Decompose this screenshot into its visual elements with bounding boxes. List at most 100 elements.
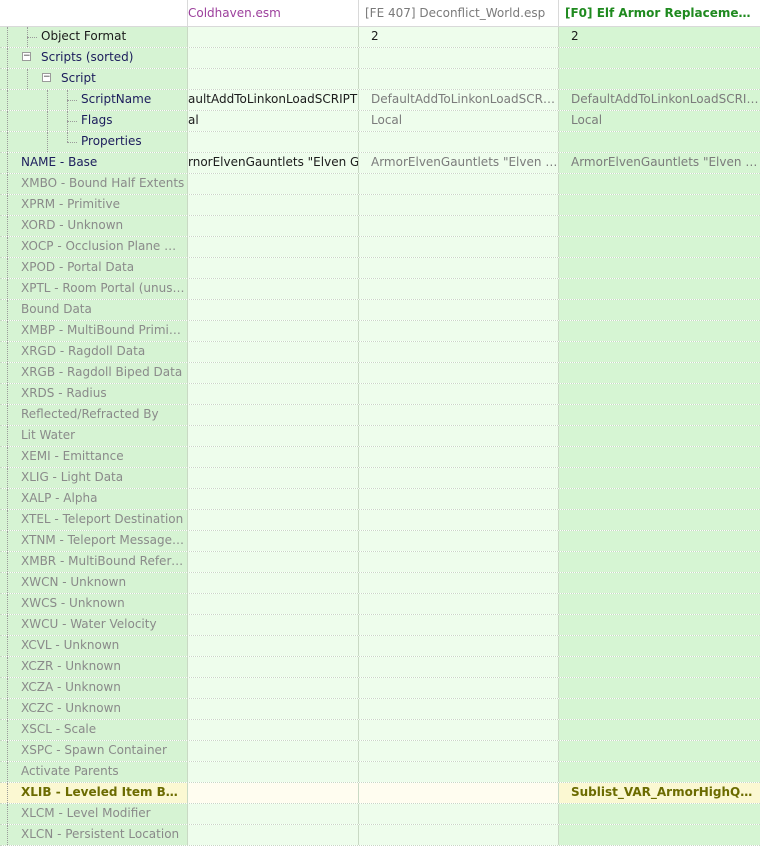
collapse-scripts-icon[interactable]: − <box>22 52 31 61</box>
row-label-cell[interactable]: XTNM - Teleport Message Box <box>0 531 188 551</box>
value-cell-coldhaven[interactable] <box>188 573 359 593</box>
value-cell-elf-armor-replacement[interactable] <box>559 636 760 656</box>
row-label-cell[interactable]: XORD - Unknown <box>0 216 188 236</box>
value-cell-elf-armor-replacement[interactable]: DefaultAddToLinkonLoadSCRIPT <box>559 90 760 110</box>
value-cell-deconflict-world[interactable] <box>359 321 559 341</box>
row-label-cell[interactable]: XCZR - Unknown <box>0 657 188 677</box>
value-cell-deconflict-world[interactable] <box>359 195 559 215</box>
record-row[interactable]: XCZC - Unknown <box>0 699 760 720</box>
column-header-coldhaven[interactable]: Coldhaven.esm <box>188 0 359 26</box>
value-cell-coldhaven[interactable] <box>188 405 359 425</box>
record-row[interactable]: XORD - Unknown <box>0 216 760 237</box>
value-cell-deconflict-world[interactable] <box>359 783 559 803</box>
value-cell-coldhaven[interactable]: al <box>188 111 359 131</box>
collapse-script-icon[interactable]: − <box>42 73 51 82</box>
value-cell-deconflict-world[interactable] <box>359 69 559 89</box>
value-cell-deconflict-world[interactable] <box>359 300 559 320</box>
record-row[interactable]: NAME - Base rnorElvenGauntlets "Elven Gau… <box>0 153 760 174</box>
value-cell-elf-armor-replacement[interactable] <box>559 657 760 677</box>
row-label-cell[interactable]: NAME - Base <box>0 153 188 173</box>
value-cell-elf-armor-replacement[interactable] <box>559 342 760 362</box>
row-label-cell[interactable]: Object Format <box>0 27 188 47</box>
value-cell-coldhaven[interactable] <box>188 825 359 845</box>
record-row[interactable]: XPOD - Portal Data <box>0 258 760 279</box>
row-label-cell[interactable]: XMBO - Bound Half Extents <box>0 174 188 194</box>
value-cell-deconflict-world[interactable] <box>359 657 559 677</box>
value-cell-elf-armor-replacement[interactable] <box>559 447 760 467</box>
value-cell-deconflict-world[interactable] <box>359 720 559 740</box>
value-cell-coldhaven[interactable] <box>188 636 359 656</box>
value-cell-elf-armor-replacement[interactable] <box>559 426 760 446</box>
value-cell-deconflict-world[interactable] <box>359 615 559 635</box>
value-cell-deconflict-world[interactable] <box>359 342 559 362</box>
value-cell-deconflict-world[interactable] <box>359 594 559 614</box>
value-cell-deconflict-world[interactable] <box>359 489 559 509</box>
row-label-cell[interactable]: XWCS - Unknown <box>0 594 188 614</box>
value-cell-deconflict-world[interactable] <box>359 48 559 68</box>
row-label-cell[interactable]: ScriptName <box>0 90 188 110</box>
value-cell-coldhaven[interactable] <box>188 720 359 740</box>
value-cell-deconflict-world[interactable] <box>359 678 559 698</box>
record-row[interactable]: XOCP - Occlusion Plane Data <box>0 237 760 258</box>
value-cell-coldhaven[interactable]: aultAddToLinkonLoadSCRIPT <box>188 90 359 110</box>
row-label-cell[interactable]: XWCU - Water Velocity <box>0 615 188 635</box>
value-cell-deconflict-world[interactable] <box>359 216 559 236</box>
record-row[interactable]: Bound Data <box>0 300 760 321</box>
value-cell-elf-armor-replacement[interactable] <box>559 48 760 68</box>
value-cell-deconflict-world[interactable] <box>359 447 559 467</box>
value-cell-coldhaven[interactable] <box>188 258 359 278</box>
value-cell-elf-armor-replacement[interactable] <box>559 699 760 719</box>
record-row[interactable]: XWCN - Unknown <box>0 573 760 594</box>
value-cell-elf-armor-replacement[interactable] <box>559 825 760 845</box>
value-cell-elf-armor-replacement[interactable]: Sublist_VAR_ArmorHighQuality... <box>559 783 760 803</box>
record-row[interactable]: Lit Water <box>0 426 760 447</box>
value-cell-elf-armor-replacement[interactable]: 2 <box>559 27 760 47</box>
value-cell-elf-armor-replacement[interactable] <box>559 300 760 320</box>
record-row[interactable]: XTNM - Teleport Message Box <box>0 531 760 552</box>
value-cell-coldhaven[interactable] <box>188 468 359 488</box>
value-cell-elf-armor-replacement[interactable] <box>559 615 760 635</box>
value-cell-elf-armor-replacement[interactable] <box>559 573 760 593</box>
record-row[interactable]: ScriptName aultAddToLinkonLoadSCRIPT Defau… <box>0 90 760 111</box>
value-cell-elf-armor-replacement[interactable] <box>559 468 760 488</box>
record-row[interactable]: XPRM - Primitive <box>0 195 760 216</box>
value-cell-deconflict-world[interactable] <box>359 804 559 824</box>
record-row[interactable]: Activate Parents <box>0 762 760 783</box>
row-label-cell[interactable]: XEMI - Emittance <box>0 447 188 467</box>
record-row[interactable]: Script − <box>0 69 760 90</box>
value-cell-coldhaven[interactable] <box>188 342 359 362</box>
value-cell-elf-armor-replacement[interactable]: Local <box>559 111 760 131</box>
record-row[interactable]: Object Format 2 2 <box>0 27 760 48</box>
value-cell-elf-armor-replacement[interactable] <box>559 69 760 89</box>
row-label-cell[interactable]: Lit Water <box>0 426 188 446</box>
record-row[interactable]: XALP - Alpha <box>0 489 760 510</box>
value-cell-deconflict-world[interactable] <box>359 762 559 782</box>
value-cell-elf-armor-replacement[interactable] <box>559 510 760 530</box>
value-cell-elf-armor-replacement[interactable] <box>559 531 760 551</box>
value-cell-deconflict-world[interactable] <box>359 699 559 719</box>
value-cell-elf-armor-replacement[interactable] <box>559 279 760 299</box>
record-row[interactable]: XSCL - Scale <box>0 720 760 741</box>
row-label-cell[interactable]: Flags <box>0 111 188 131</box>
record-row[interactable]: XLIB - Leveled Item Base O... Sublist_VAR… <box>0 783 760 804</box>
value-cell-deconflict-world[interactable] <box>359 174 559 194</box>
record-row[interactable]: XCZA - Unknown <box>0 678 760 699</box>
row-label-cell[interactable]: XPRM - Primitive <box>0 195 188 215</box>
value-cell-elf-armor-replacement[interactable] <box>559 174 760 194</box>
value-cell-deconflict-world[interactable] <box>359 426 559 446</box>
record-row[interactable]: XLIG - Light Data <box>0 468 760 489</box>
value-cell-coldhaven[interactable] <box>188 447 359 467</box>
value-cell-coldhaven[interactable] <box>188 321 359 341</box>
value-cell-deconflict-world[interactable]: 2 <box>359 27 559 47</box>
value-cell-coldhaven[interactable] <box>188 27 359 47</box>
value-cell-coldhaven[interactable] <box>188 132 359 152</box>
value-cell-deconflict-world[interactable] <box>359 573 559 593</box>
row-label-cell[interactable]: Scripts (sorted) − <box>0 48 188 68</box>
record-row[interactable]: XEMI - Emittance <box>0 447 760 468</box>
value-cell-coldhaven[interactable] <box>188 216 359 236</box>
row-label-cell[interactable]: Script − <box>0 69 188 89</box>
value-cell-deconflict-world[interactable] <box>359 825 559 845</box>
record-row[interactable]: Scripts (sorted) − <box>0 48 760 69</box>
value-cell-coldhaven[interactable] <box>188 783 359 803</box>
value-cell-elf-armor-replacement[interactable] <box>559 321 760 341</box>
